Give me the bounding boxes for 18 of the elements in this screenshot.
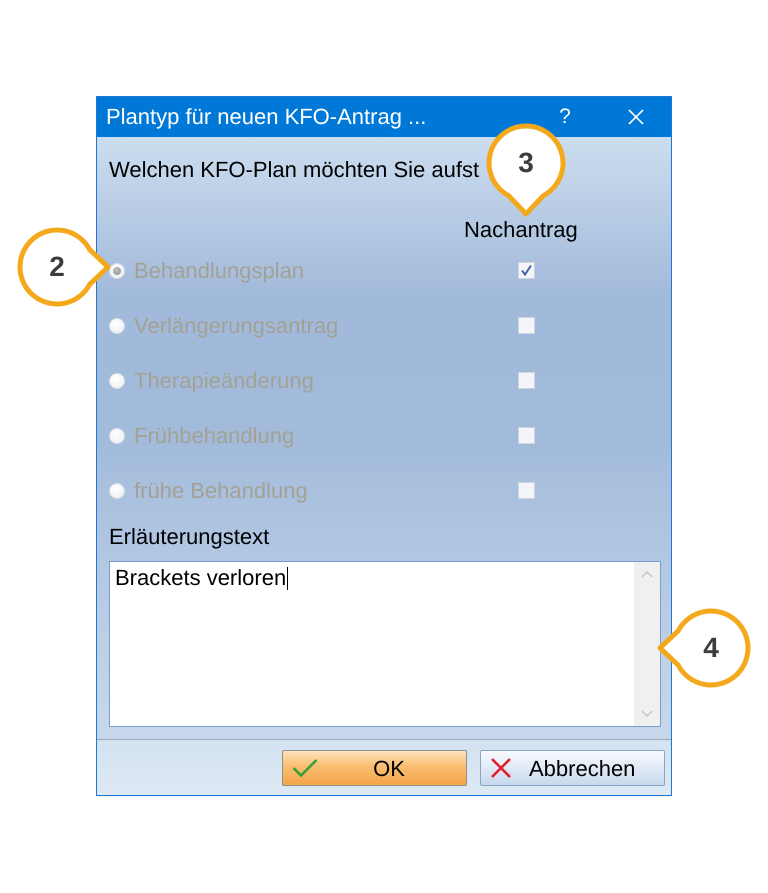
column-header: Nachantrag bbox=[464, 217, 578, 243]
text-area-value: Brackets verloren bbox=[115, 565, 286, 591]
scrollbar[interactable] bbox=[634, 562, 660, 726]
text-cursor bbox=[287, 567, 288, 590]
text-area[interactable]: Brackets verloren bbox=[109, 561, 661, 727]
window-title: Plantyp für neuen KFO-Antrag ... bbox=[106, 104, 426, 130]
question-text: Welchen KFO-Plan möchten Sie aufst bbox=[109, 157, 480, 183]
checkmark-icon bbox=[292, 758, 318, 778]
callout-bubble: 3 bbox=[486, 123, 566, 217]
cancel-x-icon bbox=[490, 757, 512, 779]
ok-button[interactable]: OK bbox=[282, 750, 467, 786]
cancel-button[interactable]: Abbrechen bbox=[480, 750, 665, 786]
callout-bubble: 2 bbox=[17, 227, 111, 307]
field-label: Erläuterungstext bbox=[109, 524, 270, 550]
close-icon bbox=[628, 109, 644, 125]
chevron-down-icon[interactable] bbox=[641, 710, 653, 717]
chevron-up-icon[interactable] bbox=[641, 571, 653, 578]
callout-bubble: 4 bbox=[657, 608, 751, 688]
